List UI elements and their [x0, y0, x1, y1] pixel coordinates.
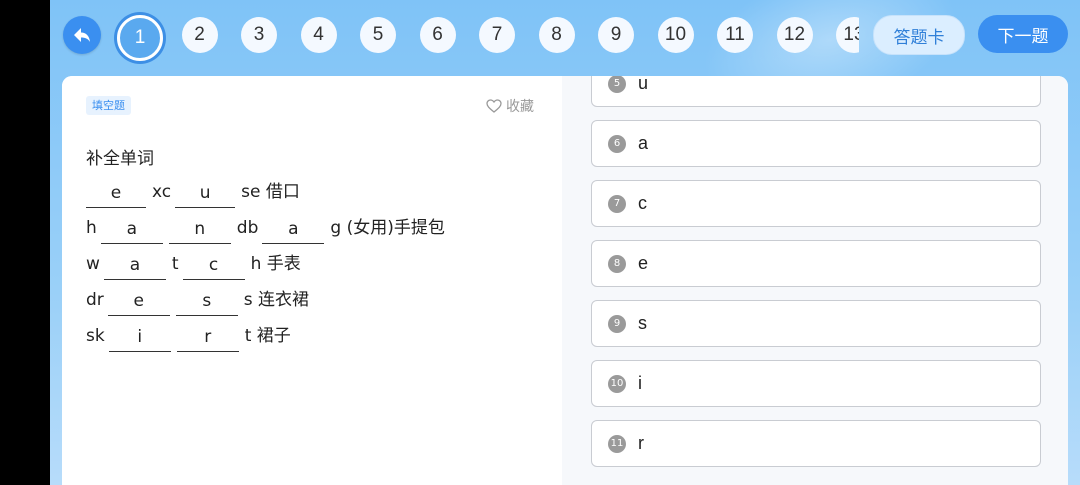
option-number: 7	[608, 194, 626, 213]
question-number-4[interactable]: 4	[300, 17, 337, 53]
word-fragment: se 借口	[241, 182, 300, 202]
fill-line: watch 手表	[86, 250, 305, 280]
question-number-5[interactable]: 5	[360, 17, 396, 53]
option-number: 5	[608, 76, 626, 93]
favorite-label: 收藏	[506, 99, 534, 115]
blank-answer[interactable]: e	[86, 183, 146, 208]
question-number-nav: 12345678910111213	[114, 8, 859, 64]
question-number-12[interactable]: 12	[776, 17, 813, 53]
blank-answer[interactable]: c	[182, 255, 245, 280]
heart-icon	[486, 99, 502, 113]
word-fragment: sk	[86, 326, 105, 346]
option-value: e	[638, 253, 649, 273]
back-arrow-icon	[74, 28, 90, 42]
option-value: u	[638, 76, 649, 93]
option-item[interactable]: 7c	[591, 180, 1041, 227]
word-fragment: g (女用)手提包	[330, 218, 445, 238]
question-number-8[interactable]: 8	[538, 17, 575, 53]
question-number-3[interactable]: 3	[241, 17, 277, 53]
blank-answer[interactable]: s	[175, 291, 238, 316]
word-fragment: s 连衣裙	[243, 290, 310, 310]
word-fragment: t	[171, 254, 179, 274]
option-item[interactable]: 9s	[591, 300, 1041, 347]
word-fragment: h 手表	[250, 254, 301, 274]
back-button[interactable]	[63, 16, 101, 54]
blank-answer[interactable]: r	[176, 327, 239, 352]
blank-answer[interactable]: n	[168, 219, 231, 244]
next-question-button[interactable]: 下一题	[978, 15, 1068, 53]
option-number: 9	[608, 314, 626, 333]
word-fragment: h	[86, 218, 97, 238]
options-panel: 5 u 6 a 7 c 8 e 9 s 10 i 11 r	[562, 76, 1068, 485]
question-number-13[interactable]: 13	[836, 17, 859, 53]
favorite-button[interactable]: 收藏	[486, 96, 534, 116]
option-item[interactable]: 8e	[591, 240, 1041, 287]
question-type-tag: 填空题	[86, 96, 131, 115]
fill-line: dr e s s 连衣裙	[86, 286, 313, 316]
word-fragment: t 裙子	[244, 326, 291, 346]
question-title: 补全单词	[86, 149, 154, 169]
answer-card-button[interactable]: 答题卡	[873, 15, 965, 55]
option-item[interactable]: 10 i	[591, 360, 1041, 407]
option-number: 6	[608, 134, 626, 153]
option-number: 8	[608, 254, 626, 273]
blank-answer[interactable]: i	[108, 327, 171, 352]
question-number-9[interactable]: 9	[598, 17, 634, 53]
question-number-10[interactable]: 10	[657, 17, 694, 53]
content-card: 填空题 收藏 补全单词 e xc u se 借口 h a n db a g (女用)手提包 w a t c…	[62, 76, 1068, 485]
word-fragment: xc	[152, 182, 172, 202]
top-bar: 12345678910111213 答题卡 下一题	[50, 0, 1080, 72]
question-panel: 填空题 收藏 补全单词 e xc u se 借口 h a n db a g (女用)手提包 w a t c…	[62, 76, 562, 485]
option-value: r	[638, 433, 644, 453]
option-value: s	[638, 313, 647, 333]
blank-answer[interactable]: u	[175, 183, 236, 208]
question-number-2[interactable]: 2	[181, 17, 218, 53]
blank-answer[interactable]: e	[107, 291, 170, 316]
fill-line: h a n db a g (女用)手提包	[86, 214, 449, 244]
app-screen: 12345678910111213 答题卡 下一题 填空题 收藏 补全单词 ex…	[50, 0, 1080, 485]
fill-line: e xc u se 借口	[86, 178, 304, 208]
option-item[interactable]: 5u	[591, 76, 1041, 107]
option-number: 10	[608, 374, 626, 393]
word-fragment: w	[86, 254, 100, 274]
option-value: i	[638, 373, 642, 393]
option-value: c	[638, 193, 647, 213]
question-number-7[interactable]: 7	[479, 17, 515, 53]
question-number-6[interactable]: 6	[419, 17, 456, 53]
fill-line: sk i r t 裙子	[86, 322, 295, 352]
option-item[interactable]: 11 r	[591, 420, 1041, 467]
word-fragment: db	[236, 218, 259, 238]
question-number-1[interactable]: 1	[117, 15, 163, 61]
option-value: a	[638, 133, 649, 153]
question-number-11[interactable]: 11	[717, 17, 753, 53]
blank-answer[interactable]: a	[262, 219, 325, 244]
option-number: 11	[608, 434, 626, 453]
blank-answer[interactable]: a	[100, 219, 163, 244]
blank-answer[interactable]: a	[103, 255, 166, 280]
word-fragment: dr	[86, 290, 104, 310]
option-item[interactable]: 6a	[591, 120, 1041, 167]
